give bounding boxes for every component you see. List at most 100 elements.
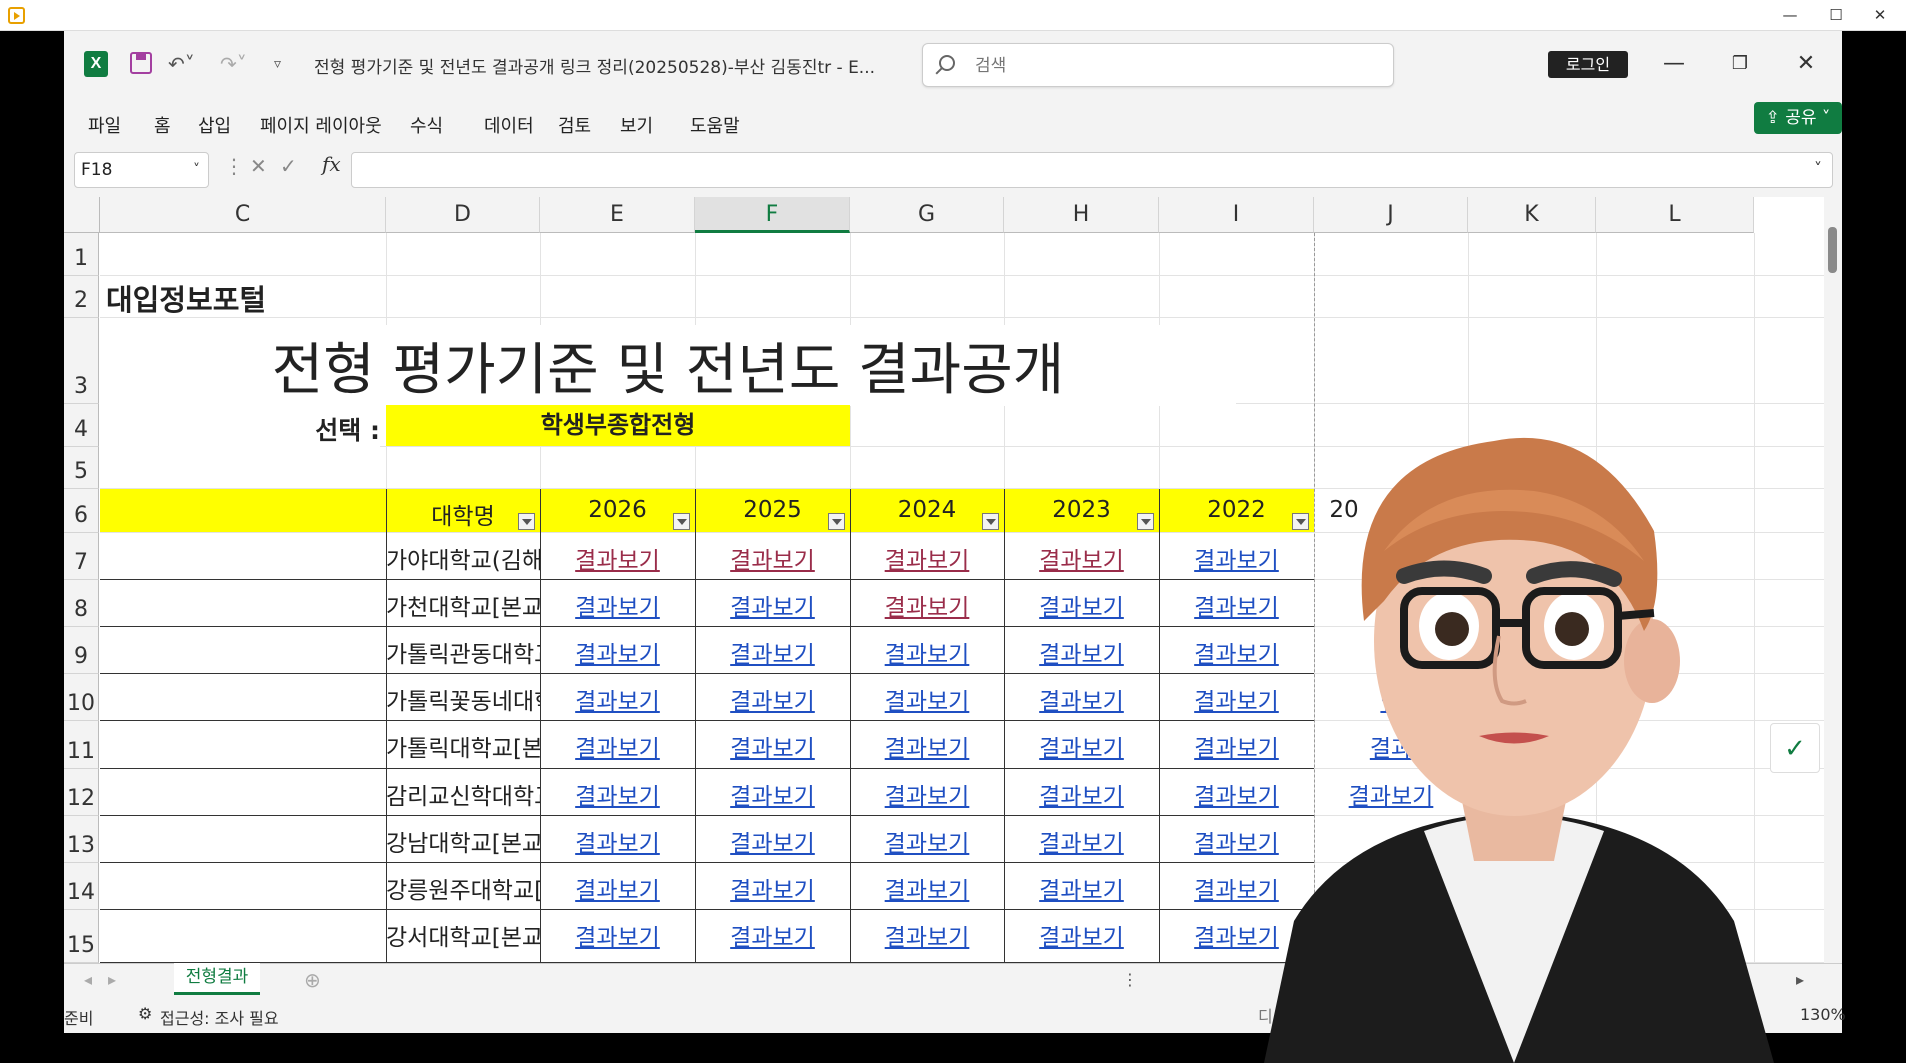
scroll-right-icon[interactable]: ▸ xyxy=(1796,970,1804,989)
save-icon[interactable] xyxy=(130,52,152,74)
result-link[interactable]: 결과보기 xyxy=(1004,541,1159,575)
row-header-7[interactable]: 7 xyxy=(64,533,99,580)
accessibility-status[interactable]: 접근성: 조사 필요 xyxy=(160,1005,279,1029)
column-header-c[interactable]: C xyxy=(100,197,386,233)
tab-data[interactable]: 데이터 xyxy=(484,112,534,138)
column-header-l[interactable]: L xyxy=(1596,197,1754,233)
prev-sheet-icon[interactable]: ◂ xyxy=(84,970,92,989)
row-header-9[interactable]: 9 xyxy=(64,627,99,674)
result-link[interactable]: 결과보기 xyxy=(1004,918,1159,952)
insert-function-icon[interactable]: fx xyxy=(322,152,341,176)
result-link[interactable]: 결과보기 xyxy=(695,918,850,952)
customize-toolbar-icon[interactable]: ▿ xyxy=(274,51,281,77)
result-link[interactable]: 결과보기 xyxy=(1004,682,1159,716)
result-link[interactable]: 결과보기 xyxy=(540,541,695,575)
window-close-icon[interactable]: ✕ xyxy=(1786,49,1826,79)
result-link[interactable]: 결과보기 xyxy=(540,824,695,858)
zoom-level[interactable]: 130% xyxy=(1800,1005,1846,1024)
result-link[interactable]: 결과보기 xyxy=(695,635,850,669)
tab-split-icon[interactable]: ⋮ xyxy=(1122,970,1138,989)
cancel-icon[interactable]: ✕ xyxy=(250,154,267,178)
select-all-corner[interactable] xyxy=(64,197,100,233)
column-header-k[interactable]: K xyxy=(1468,197,1596,233)
tab-formulas[interactable]: 수식 xyxy=(410,112,443,138)
column-header-g[interactable]: G xyxy=(850,197,1004,233)
tab-help[interactable]: 도움말 xyxy=(690,112,740,138)
result-link[interactable]: 결과보기 xyxy=(1004,777,1159,811)
filter-dropdown-icon[interactable] xyxy=(673,513,690,530)
expand-formula-icon[interactable]: ˅ xyxy=(1814,159,1822,178)
column-header-i[interactable]: I xyxy=(1159,197,1314,233)
row-header-15[interactable]: 15 xyxy=(64,910,99,963)
tab-review[interactable]: 검토 xyxy=(558,112,591,138)
result-link[interactable]: 결과보기 xyxy=(1004,588,1159,622)
sheet-tab-results[interactable]: 전형결과 xyxy=(174,963,260,995)
result-link[interactable]: 결과보기 xyxy=(695,777,850,811)
row-header-3[interactable]: 3 xyxy=(64,318,99,404)
add-sheet-icon[interactable]: ⊕ xyxy=(304,968,321,992)
login-button[interactable]: 로그인 xyxy=(1548,51,1628,78)
result-link[interactable]: 결과보기 xyxy=(850,918,1004,952)
name-box[interactable]: F18 ˅ xyxy=(74,152,209,188)
undo-icon[interactable]: ↶˅ xyxy=(168,51,195,77)
scroll-thumb[interactable] xyxy=(1828,227,1837,273)
result-link[interactable]: 결과보기 xyxy=(850,824,1004,858)
row-header-2[interactable]: 2 xyxy=(64,276,99,318)
window-minimize-icon[interactable]: — xyxy=(1654,49,1694,79)
result-link[interactable]: 결과보기 xyxy=(695,871,850,905)
result-link[interactable]: 결과보기 xyxy=(850,635,1004,669)
enter-icon[interactable]: ✓ xyxy=(280,154,297,178)
row-header-1[interactable]: 1 xyxy=(64,233,99,276)
tab-insert[interactable]: 삽입 xyxy=(198,112,231,138)
search-box[interactable] xyxy=(922,43,1394,87)
result-link[interactable]: 결과보기 xyxy=(695,729,850,763)
result-link[interactable]: 결과보기 xyxy=(850,682,1004,716)
search-input[interactable] xyxy=(975,54,1375,78)
result-link[interactable]: 결과보기 xyxy=(540,918,695,952)
vertical-scrollbar[interactable] xyxy=(1824,197,1842,963)
row-header-13[interactable]: 13 xyxy=(64,816,99,863)
more-options-icon[interactable]: ⋮ xyxy=(224,154,244,178)
close-icon[interactable]: ✕ xyxy=(1858,2,1902,28)
row-header-11[interactable]: 11 xyxy=(64,721,99,769)
result-link[interactable]: 결과보기 xyxy=(850,871,1004,905)
row-header-14[interactable]: 14 xyxy=(64,863,99,910)
column-header-j[interactable]: J xyxy=(1314,197,1468,233)
tab-home[interactable]: 홈 xyxy=(154,112,171,138)
result-link[interactable]: 결과보기 xyxy=(540,729,695,763)
result-link[interactable]: 결과보기 xyxy=(695,824,850,858)
redo-icon[interactable]: ↷˅ xyxy=(220,51,247,77)
tab-view[interactable]: 보기 xyxy=(620,112,653,138)
result-link[interactable]: 결과보기 xyxy=(695,588,850,622)
filter-dropdown-icon[interactable] xyxy=(518,513,535,530)
result-link[interactable]: 결과보기 xyxy=(695,541,850,575)
chevron-down-icon[interactable]: ˅ xyxy=(193,153,200,187)
row-header-10[interactable]: 10 xyxy=(64,674,99,721)
result-link[interactable]: 결과보기 xyxy=(850,777,1004,811)
result-link[interactable]: 결과보기 xyxy=(850,541,1004,575)
result-link[interactable]: 결과보기 xyxy=(850,729,1004,763)
filter-dropdown-icon[interactable] xyxy=(1137,513,1154,530)
result-link[interactable]: 결과보기 xyxy=(540,777,695,811)
next-sheet-icon[interactable]: ▸ xyxy=(108,970,116,989)
result-link[interactable]: 결과보기 xyxy=(1004,824,1159,858)
tab-file[interactable]: 파일 xyxy=(88,112,121,138)
result-link[interactable]: 결과보기 xyxy=(540,588,695,622)
row-header-4[interactable]: 4 xyxy=(64,404,99,447)
result-link[interactable]: 결과보기 xyxy=(540,682,695,716)
column-header-d[interactable]: D xyxy=(386,197,540,233)
maximize-icon[interactable]: ☐ xyxy=(1814,2,1858,28)
row-header-8[interactable]: 8 xyxy=(64,580,99,627)
row-header-12[interactable]: 12 xyxy=(64,769,99,816)
window-restore-icon[interactable]: ❐ xyxy=(1720,49,1760,79)
row-header-6[interactable]: 6 xyxy=(64,489,99,533)
result-link[interactable]: 결과보기 xyxy=(1004,635,1159,669)
row-header-5[interactable]: 5 xyxy=(64,447,99,489)
result-link[interactable]: 결과보기 xyxy=(1004,729,1159,763)
result-link[interactable]: 결과보기 xyxy=(695,682,850,716)
accessibility-icon[interactable]: ⚙ xyxy=(138,1004,152,1023)
filter-dropdown-icon[interactable] xyxy=(828,513,845,530)
filter-dropdown-icon[interactable] xyxy=(982,513,999,530)
share-button[interactable]: ⇪ 공유 ˅ xyxy=(1754,102,1842,134)
tab-page-layout[interactable]: 페이지 레이아웃 xyxy=(260,112,382,138)
